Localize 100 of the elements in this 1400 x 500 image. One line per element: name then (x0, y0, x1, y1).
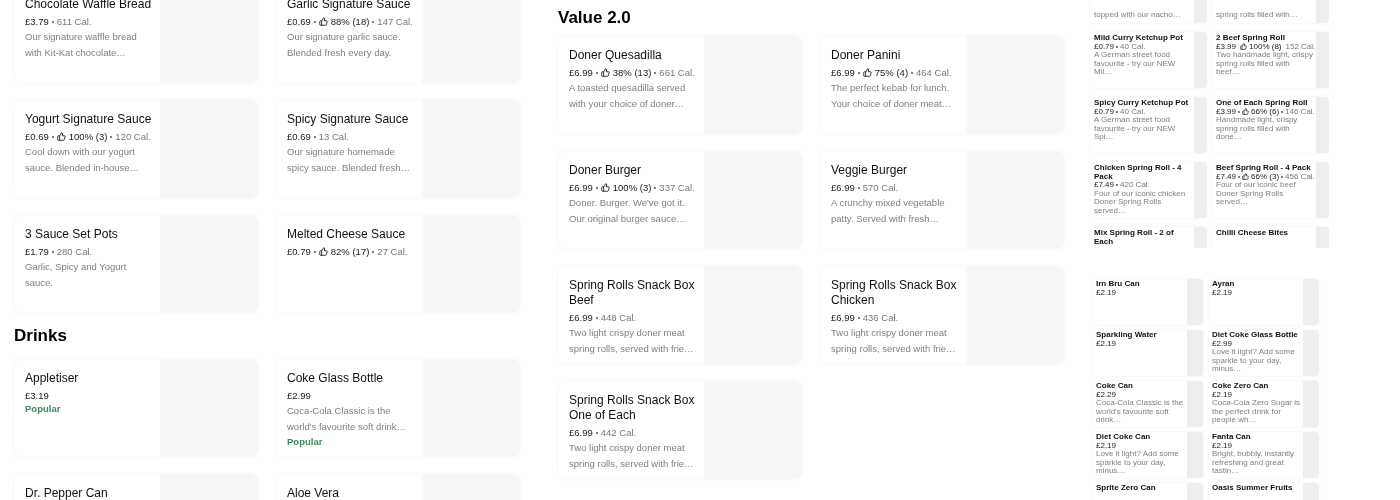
menu-item-card[interactable]: Spicy Curry Ketchup Pot £0.79 40 Cal. A German street food favourite - try our NEW Spi… (1090, 97, 1207, 153)
item-rating: 100% (3) (612, 181, 652, 194)
item-title: Appletiser (25, 371, 80, 386)
item-price: £7.49 (1216, 172, 1237, 181)
menu-item-card[interactable]: Coke Glass Bottle £2.99 Coca-Cola Classic is the world's favourite soft drink… Popular (276, 359, 520, 457)
item-rating: 66% (6) (1251, 107, 1280, 116)
item-title: Chicken Spring Roll - 4 Pack (1094, 164, 1183, 181)
item-price: £2.99 (287, 389, 311, 402)
menu-item-card[interactable]: Diet Coke Glass Bottle £2.99 Love it light? Add some sparkle to your day, minus… (1209, 330, 1319, 376)
thumbs-up-icon (56, 132, 66, 141)
item-price: £6.99 (831, 66, 855, 79)
thumbs-up-icon (318, 17, 328, 26)
item-calories: 436 Cal. (862, 311, 899, 324)
menu-item-card[interactable]: Dr. Pepper Can (14, 474, 258, 500)
menu-item-card[interactable]: Oasis Summer Fruits (1209, 483, 1319, 500)
menu-item-card[interactable]: 2 Beef Spring Roll £3.99 100% (8) 152 Cal. Two handmade light, crispy spring rolls filled with beef… (1212, 32, 1329, 88)
item-title: Diet Coke Glass Bottle (1212, 331, 1299, 340)
menu-item-card[interactable]: Yogurt Signature Sauce £0.69 100% (3) 120 Cal. Cool down with our yogurt sauce. Blended in-house… (14, 100, 258, 198)
item-description: Our signature waffle bread with Kit-Kat chocolate… (25, 30, 138, 60)
menu-item-card[interactable]: Aloe Vera (276, 474, 520, 500)
item-title: Yogurt Signature Sauce (25, 112, 153, 127)
section-heading: Drinks (14, 325, 67, 348)
item-calories: 40 Cal. (1120, 42, 1146, 51)
item-title: Spring Rolls Snack Box One of Each (569, 393, 696, 423)
section-heading: Value 2.0 (558, 7, 631, 30)
item-rating: 66% (3) (1251, 172, 1280, 181)
item-calories: 420 Cal. (1120, 181, 1150, 190)
menu-item-card[interactable]: Melted Cheese Sauce £0.79 82% (17) 27 Cal. (276, 215, 520, 313)
item-title: Dr. Pepper Can (25, 486, 109, 500)
menu-item-card[interactable]: 3 Sauce Set Pots £1.79 280 Cal. Garlic, Spicy and Yogurt sauce. (14, 215, 258, 313)
item-description: Four of our iconic chicken Doner Spring Rolls served… (1094, 189, 1187, 215)
item-description: Coca-Cola Classic is the world's favourite soft drink… (1096, 399, 1185, 425)
item-description: Two handmade light, crispy spring rolls filled with beef… (1216, 51, 1314, 77)
menu-item-card[interactable]: Coke Can £2.29 Coca-Cola Classic is the world's favourite soft drink… (1093, 381, 1203, 427)
menu-item-card[interactable]: topped with our nacho… (1090, 0, 1207, 23)
menu-item-card[interactable]: Sprite Zero Can (1093, 483, 1203, 500)
item-description: spring rolls filled with… (1216, 10, 1299, 19)
item-price: £1.79 (25, 245, 49, 258)
menu-item-card[interactable]: Coke Zero Can £2.19 Coca-Cola Zero Sugar is the perfect drink for people wh… (1209, 381, 1319, 427)
menu-item-card[interactable]: Chocolate Waffle Bread £3.79 611 Cal. Our signature waffle bread with Kit-Kat chocolate… (14, 0, 258, 83)
menu-item-card[interactable]: Mild Curry Ketchup Pot £0.79 40 Cal. A German street food favourite - try our NEW Mil… (1090, 32, 1207, 88)
item-description: A German street food favourite - try our NEW Mil… (1094, 51, 1177, 77)
item-price: £6.99 (569, 181, 593, 194)
menu-item-card[interactable]: Diet Coke Can £2.19 Love it light? Add some sparkle to your day, minus… (1093, 432, 1203, 478)
thumbs-up-icon (1240, 43, 1248, 51)
menu-item-card[interactable]: Chilli Cheese Bites (1212, 227, 1329, 248)
menu-item-card[interactable]: Beef Spring Roll - 4 Pack £7.49 66% (3) 456 Cal. Four of our iconic beef Doner Spring Rolls served… (1212, 162, 1329, 218)
item-title: Mild Curry Ketchup Pot (1094, 34, 1184, 42)
item-title: Garlic Signature Sauce (287, 0, 412, 12)
item-price: £6.99 (569, 426, 593, 439)
item-title: Doner Quesadilla (569, 48, 663, 63)
item-calories: 13 Cal. (318, 130, 349, 143)
item-calories: 152 Cal. (1285, 42, 1316, 51)
item-price: £2.29 (1096, 390, 1117, 399)
menu-item-card[interactable]: spring rolls filled with… (1212, 0, 1329, 23)
menu-item-card[interactable]: Spring Rolls Snack Box One of Each £6.99 442 Cal. Two light crispy doner meat spring rolls, served with frie… (558, 381, 802, 479)
menu-item-card[interactable]: Doner Quesadilla £6.99 38% (13) 661 Cal. A toasted quesadilla served with your choice of doner… (558, 36, 802, 134)
item-price: £6.99 (569, 311, 593, 324)
menu-item-card[interactable]: Ayran £2.19 (1209, 279, 1319, 325)
menu-item-card[interactable]: Chicken Spring Roll - 4 Pack £7.49 420 Cal. Four of our iconic chicken Doner Spring Rolls served… (1090, 162, 1207, 218)
menu-item-card[interactable]: Doner Burger £6.99 100% (3) 337 Cal. Doner. Burger. We've got it. Our original burger sauce… (558, 151, 802, 249)
item-description: Cool down with our yogurt sauce. Blended in-house… (25, 145, 141, 175)
menu-item-card[interactable]: Veggie Burger £6.99 570 Cal. A crunchy mixed vegetable patty. Served with fresh… (820, 151, 1064, 249)
menu-item-card[interactable]: Spring Rolls Snack Box Beef £6.99 448 Cal. Two light crispy doner meat spring rolls, served with frie… (558, 266, 802, 364)
menu-item-card[interactable]: Appletiser £3.19 Popular (14, 359, 258, 457)
menu-item-card[interactable]: Garlic Signature Sauce £0.69 88% (18) 147 Cal. Our signature garlic sauce. Blended fresh every day. (276, 0, 520, 83)
menu-item-card[interactable]: Sparkling Water £2.19 (1093, 330, 1203, 376)
item-title: Spring Rolls Snack Box Beef (569, 278, 696, 308)
item-title: Mix Spring Roll - 2 of Each (1094, 229, 1175, 246)
item-calories: 448 Cal. (600, 311, 637, 324)
item-rating: 82% (17) (330, 245, 370, 258)
item-price: £3.99 (1216, 42, 1237, 51)
item-description: A toasted quesadilla served with your choice of doner… (569, 81, 687, 111)
item-title: Sparkling Water (1096, 331, 1158, 339)
item-description: Love it light? Add some sparkle to your day, minus… (1096, 450, 1180, 476)
item-title: Ayran (1212, 280, 1236, 288)
menu-item-card[interactable]: One of Each Spring Roll £3.99 66% (6) 146 Cal. Handmade light, crispy spring rolls filled with done… (1212, 97, 1329, 153)
item-calories: 40 Cal. (1120, 107, 1146, 116)
menu-item-card[interactable]: Doner Panini £6.99 75% (4) 464 Cal. The perfect kebab for lunch. Your choice of doner meat… (820, 36, 1064, 134)
item-calories: 611 Cal. (56, 15, 92, 28)
item-title: Spicy Curry Ketchup Pot (1094, 99, 1190, 107)
menu-item-card[interactable]: Mix Spring Roll - 2 of Each (1090, 227, 1207, 248)
item-description: The perfect kebab for lunch. Your choice of doner meat… (831, 81, 953, 111)
item-price: £6.99 (831, 311, 855, 324)
item-title: Chocolate Waffle Bread (25, 0, 153, 12)
item-price: £0.69 (25, 130, 49, 143)
item-price: £2.19 (1096, 288, 1117, 297)
item-price: £0.69 (287, 130, 311, 143)
menu-item-card[interactable]: Spicy Signature Sauce £0.69 13 Cal. Our signature homemade spicy sauce. Blended fresh… (276, 100, 520, 198)
item-description: Two light crispy doner meat spring rolls, served with frie… (569, 441, 695, 471)
menu-item-card[interactable]: Irn Bru Can £2.19 (1093, 279, 1203, 325)
menu-item-card[interactable]: Fanta Can £2.19 Bright, bubbly, instantly refreshing and great tastin… (1209, 432, 1319, 478)
menu-item-card[interactable]: Spring Rolls Snack Box Chicken £6.99 436 Cal. Two light crispy doner meat spring rolls, served with frie… (820, 266, 1064, 364)
item-title: Melted Cheese Sauce (287, 227, 407, 242)
popular-label: Popular (25, 402, 62, 416)
item-description: Bright, bubbly, instantly refreshing and great tastin… (1212, 450, 1296, 476)
item-price: £2.19 (1212, 390, 1233, 399)
popular-label: Popular (287, 435, 324, 449)
item-title: Chilli Cheese Bites (1216, 229, 1290, 238)
item-description: Coca-Cola Classic is the world's favourite soft drink… (287, 404, 408, 434)
